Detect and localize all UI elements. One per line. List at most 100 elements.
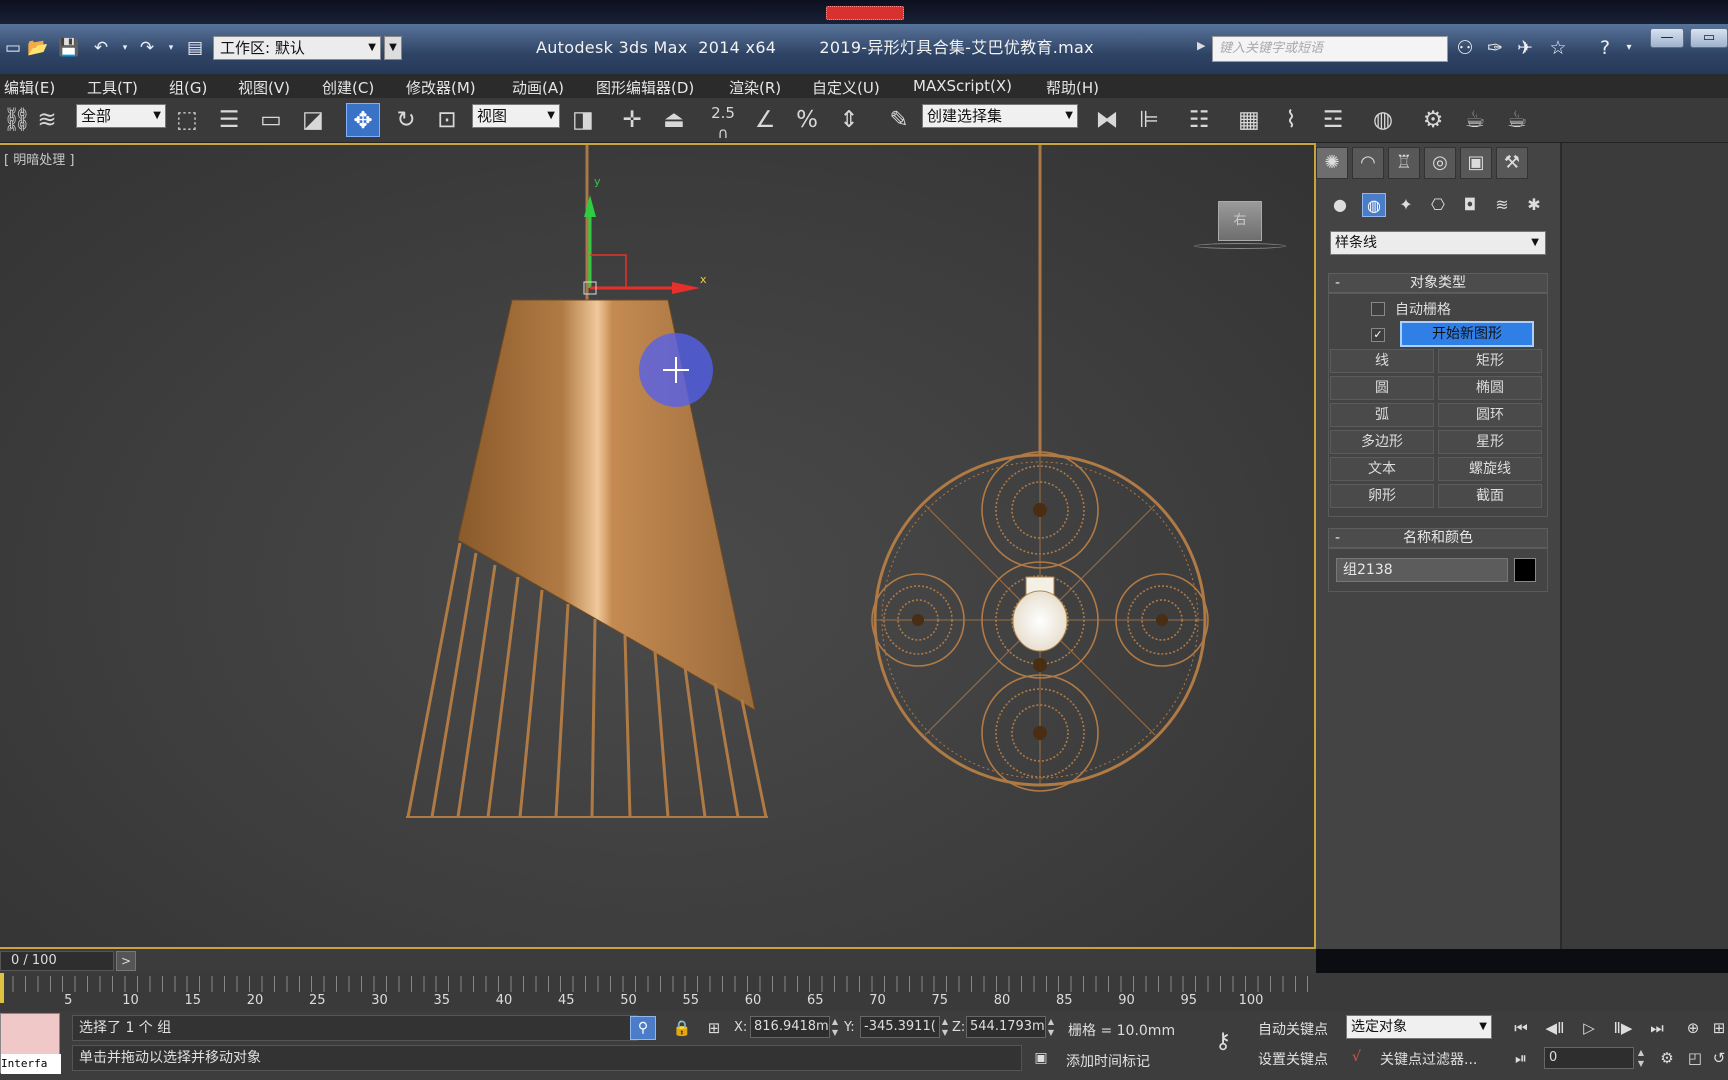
z-spinner-icon[interactable]: ▲ ▼ xyxy=(1046,1016,1056,1038)
start-new-shape-button[interactable]: 开始新图形 xyxy=(1400,321,1534,347)
set-key-icon[interactable]: ⚷ xyxy=(1206,1029,1240,1055)
material-editor-icon[interactable]: ◍ xyxy=(1366,103,1400,137)
menu-views[interactable]: 视图(V) xyxy=(238,77,290,98)
select-by-name-icon[interactable]: ☰ xyxy=(212,103,246,137)
systems-icon[interactable]: ✱ xyxy=(1522,193,1546,217)
angle-snap-icon[interactable]: ∠ xyxy=(748,103,782,137)
cameras-icon[interactable]: ⎔ xyxy=(1426,193,1450,217)
save-icon[interactable]: 💾 xyxy=(58,37,80,59)
x-spinner-icon[interactable]: ▲ ▼ xyxy=(830,1016,840,1038)
bind-space-warp-icon[interactable]: ≋ xyxy=(30,103,64,137)
search-input[interactable]: 键入关键字或短语 xyxy=(1212,36,1448,62)
z-coordinate-field[interactable]: 544.1793m xyxy=(966,1016,1046,1038)
time-slider-next-button[interactable]: > xyxy=(116,951,136,971)
project-folder-icon[interactable]: ▤ xyxy=(184,37,206,59)
render-setup-icon[interactable]: ⚙ xyxy=(1416,103,1450,137)
redo-dropdown-icon[interactable]: ▾ xyxy=(160,37,182,59)
menu-tools[interactable]: 工具(T) xyxy=(87,77,138,98)
menu-customize[interactable]: 自定义(U) xyxy=(812,77,880,98)
graphite-ribbon-icon[interactable]: ▦ xyxy=(1232,103,1266,137)
create-tab-icon[interactable]: ✺ xyxy=(1316,147,1348,179)
minimize-button[interactable]: — xyxy=(1650,28,1684,48)
egg-button[interactable]: 卵形 xyxy=(1330,484,1434,508)
shapes-icon[interactable]: ◍ xyxy=(1362,193,1386,217)
percent-snap-icon[interactable]: % xyxy=(790,103,824,137)
menu-animation[interactable]: 动画(A) xyxy=(512,77,564,98)
workspace-dropdown[interactable]: 工作区: 默认 ▼ xyxy=(213,36,381,60)
menu-edit[interactable]: 编辑(E) xyxy=(4,77,55,98)
time-slider-frame[interactable]: 0 / 100 xyxy=(0,951,114,971)
object-color-swatch[interactable] xyxy=(1514,558,1536,582)
customize-quick-access-button[interactable]: ▼ xyxy=(384,36,402,60)
line-button[interactable]: 线 xyxy=(1330,349,1434,373)
arc-button[interactable]: 弧 xyxy=(1330,403,1434,427)
modify-tab-icon[interactable]: ◠ xyxy=(1352,147,1384,179)
mirror-icon[interactable]: ⧓ xyxy=(1090,103,1124,137)
time-slider[interactable]: 0 / 100 > xyxy=(0,949,1316,973)
hierarchy-tab-icon[interactable]: ♖ xyxy=(1388,147,1420,179)
object-type-rollout-header[interactable]: - 对象类型 xyxy=(1328,273,1548,293)
binoculars-icon[interactable]: ⚇ xyxy=(1452,35,1478,61)
add-time-tag[interactable]: 添加时间标记 xyxy=(1066,1051,1150,1071)
set-key-button[interactable]: 设置关键点 xyxy=(1258,1049,1328,1069)
go-to-start-icon[interactable]: ⏮ xyxy=(1508,1015,1534,1041)
maximize-button[interactable]: ▭ xyxy=(1690,28,1728,48)
communication-center-icon[interactable]: ✈ xyxy=(1512,35,1538,61)
redo-icon[interactable]: ↷ xyxy=(136,37,158,59)
pivot-center-icon[interactable]: ◨ xyxy=(566,103,600,137)
menu-graph-editors[interactable]: 图形编辑器(D) xyxy=(596,77,694,98)
search-expand-icon[interactable]: ▶ xyxy=(1197,39,1205,52)
subscription-icon[interactable]: ✑ xyxy=(1482,35,1508,61)
align-icon[interactable]: ⊫ xyxy=(1132,103,1166,137)
donut-button[interactable]: 圆环 xyxy=(1438,403,1542,427)
snaps-toggle-icon[interactable]: 2.5 ∩ xyxy=(706,103,740,142)
zoom-extents-icon[interactable]: ⊕ xyxy=(1680,1015,1706,1041)
selection-filter-dropdown[interactable]: 全部 ▼ xyxy=(76,104,166,128)
menu-group[interactable]: 组(G) xyxy=(169,77,207,98)
perspective-viewport[interactable]: [ 明暗处理 ] 右 y x xyxy=(0,143,1316,949)
circle-button[interactable]: 圆 xyxy=(1330,376,1434,400)
helpers-icon[interactable]: ◘ xyxy=(1458,193,1482,217)
isolate-selection-icon[interactable]: ⚲ xyxy=(630,1016,656,1040)
ngon-button[interactable]: 多边形 xyxy=(1330,430,1434,454)
section-button[interactable]: 截面 xyxy=(1438,484,1542,508)
menu-maxscript[interactable]: MAXScript(X) xyxy=(913,77,1012,95)
undo-icon[interactable]: ↶ xyxy=(90,37,112,59)
maximize-viewport-icon[interactable]: ⊞ xyxy=(1706,1015,1728,1041)
go-to-end-icon[interactable]: ⏭ xyxy=(1644,1015,1670,1041)
window-crossing-icon[interactable]: ◪ xyxy=(296,103,330,137)
time-tag-icon[interactable]: ▣ xyxy=(1030,1047,1052,1069)
lights-icon[interactable]: ✦ xyxy=(1394,193,1418,217)
key-mode-toggle-icon[interactable]: ⏯ xyxy=(1508,1045,1534,1071)
curve-editor-icon[interactable]: ⌇ xyxy=(1274,103,1308,137)
track-bar[interactable]: 5 10 15 20 25 30 35 40 45 50 55 60 65 70 75 80 85 90 95 100 xyxy=(0,973,1316,1011)
object-category-dropdown[interactable]: 样条线 ▼ xyxy=(1330,231,1546,255)
reference-coordinate-dropdown[interactable]: 视图 ▼ xyxy=(472,104,560,128)
maxscript-listener[interactable]: Interfa xyxy=(0,1013,61,1074)
select-and-move-icon[interactable]: ✥ xyxy=(346,103,380,137)
auto-key-button[interactable]: 自动关键点 xyxy=(1258,1019,1328,1039)
selection-lock-icon[interactable]: 🔒 xyxy=(670,1016,694,1040)
key-filters-button[interactable]: 关键点过滤器... xyxy=(1380,1049,1477,1069)
previous-frame-icon[interactable]: ◀Ⅱ xyxy=(1542,1015,1568,1041)
motion-tab-icon[interactable]: ◎ xyxy=(1424,147,1456,179)
layer-manager-icon[interactable]: ☷ xyxy=(1182,103,1216,137)
rendered-frame-window-icon[interactable]: ☕ xyxy=(1458,103,1492,137)
x-coordinate-field[interactable]: 816.9418m xyxy=(750,1016,830,1038)
name-color-rollout-header[interactable]: - 名称和颜色 xyxy=(1328,528,1548,548)
utilities-tab-icon[interactable]: ⚒ xyxy=(1496,147,1528,179)
auto-grid-checkbox[interactable] xyxy=(1371,302,1385,316)
spinner-snap-icon[interactable]: ⇕ xyxy=(832,103,866,137)
menu-create[interactable]: 创建(C) xyxy=(322,77,374,98)
render-production-icon[interactable]: ☕ xyxy=(1500,103,1534,137)
current-frame-field[interactable]: 0 xyxy=(1544,1047,1634,1069)
undo-dropdown-icon[interactable]: ▾ xyxy=(114,37,136,59)
edit-named-selection-icon[interactable]: ✎ xyxy=(882,103,916,137)
rectangle-button[interactable]: 矩形 xyxy=(1438,349,1542,373)
select-manipulate-icon[interactable]: ✛ xyxy=(615,103,649,137)
key-mode-selected-objects-dropdown[interactable]: 选定对象 ▼ xyxy=(1346,1015,1492,1039)
favorites-star-icon[interactable]: ☆ xyxy=(1545,35,1571,61)
pan-view-icon[interactable]: ◰ xyxy=(1682,1045,1708,1071)
text-button[interactable]: 文本 xyxy=(1330,457,1434,481)
menu-modifiers[interactable]: 修改器(M) xyxy=(406,77,476,98)
